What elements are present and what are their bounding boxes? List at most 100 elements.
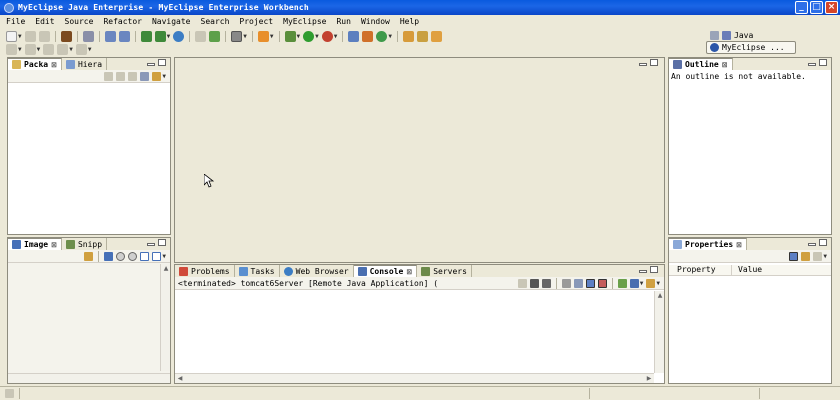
fast-view-area[interactable] (0, 388, 20, 399)
menu-search[interactable]: Search (201, 17, 230, 26)
display-console-dropdown-icon[interactable]: ▼ (640, 280, 644, 287)
maximize-view-icon[interactable] (819, 239, 827, 246)
zoom-out-icon[interactable] (116, 251, 126, 261)
tab-web-browser[interactable]: Web Browser (280, 265, 354, 277)
console-dropdown-icon[interactable]: ▼ (243, 33, 247, 40)
minimize-editor-icon[interactable] (639, 63, 647, 66)
menu-project[interactable]: Project (239, 17, 273, 26)
menu-window[interactable]: Window (361, 17, 390, 26)
close-tab-icon[interactable]: ⊠ (51, 241, 57, 249)
close-tab-icon[interactable]: ⊠ (736, 241, 742, 249)
fit-window-icon[interactable] (152, 251, 162, 261)
close-tab-icon[interactable]: ⊠ (406, 268, 412, 276)
refresh-icon[interactable] (376, 31, 388, 42)
print-icon[interactable] (38, 31, 50, 42)
tab-problems[interactable]: Problems (175, 265, 235, 277)
zoom-in-icon[interactable] (128, 251, 138, 261)
remove-launch-icon[interactable] (529, 278, 539, 288)
minimize-view-icon[interactable] (147, 63, 155, 66)
deploy-icon[interactable] (140, 31, 152, 42)
refresh-dropdown-icon[interactable]: ▼ (388, 33, 392, 40)
scroll-right-icon[interactable]: ▶ (644, 374, 654, 384)
scroll-up-icon[interactable]: ▲ (161, 264, 171, 274)
external-tools-icon[interactable] (321, 31, 333, 42)
server-dropdown-icon[interactable]: ▼ (167, 33, 171, 40)
web-project-icon[interactable] (104, 31, 116, 42)
fast-view-icon[interactable] (5, 389, 14, 398)
tab-servers[interactable]: Servers (417, 265, 472, 277)
display-console-icon[interactable] (629, 278, 639, 288)
open-perspective-icon[interactable] (710, 30, 719, 40)
maximize-view-icon[interactable] (158, 239, 166, 246)
open-folder-icon[interactable] (195, 31, 207, 42)
web-service-icon[interactable] (118, 31, 130, 42)
link-image-icon[interactable] (84, 251, 94, 261)
tab-image[interactable]: Image ⊠ (8, 238, 62, 250)
view-menu-icon[interactable]: ▼ (162, 73, 166, 80)
forward-icon[interactable] (116, 71, 126, 81)
menu-help[interactable]: Help (400, 17, 419, 26)
back-icon[interactable] (104, 71, 114, 81)
open-console-dropdown-icon[interactable]: ▼ (656, 280, 660, 287)
next-annotation-icon[interactable] (6, 44, 17, 55)
menu-edit[interactable]: Edit (35, 17, 54, 26)
back-dropdown-icon[interactable]: ▼ (69, 46, 73, 53)
new-icon[interactable] (6, 31, 17, 42)
pin-console-icon[interactable] (617, 278, 627, 288)
scroll-lock-icon[interactable] (573, 278, 583, 288)
clear-console-icon[interactable] (561, 278, 571, 288)
console-vertical-scrollbar[interactable]: ▲ (654, 291, 664, 373)
minimize-view-icon[interactable] (639, 270, 647, 273)
tab-hierarchy[interactable]: Hiera (62, 58, 108, 70)
maximize-view-icon[interactable] (650, 266, 658, 273)
last-edit-icon[interactable] (43, 44, 55, 55)
new-folder-icon[interactable] (209, 31, 221, 42)
terminate-icon[interactable] (517, 278, 527, 288)
menu-source[interactable]: Source (65, 17, 94, 26)
menu-file[interactable]: File (6, 17, 25, 26)
console-horizontal-scrollbar[interactable]: ◀ ▶ (175, 373, 654, 383)
report-dropdown-icon[interactable]: ▼ (270, 33, 274, 40)
run-icon[interactable] (303, 31, 315, 42)
myeclipse-app-icon[interactable] (4, 2, 14, 13)
bookmark-icon[interactable] (431, 31, 442, 42)
link-editor-icon[interactable] (152, 71, 162, 81)
save-icon[interactable] (24, 31, 36, 42)
ejb-icon[interactable] (82, 31, 94, 42)
debug-dropdown-icon[interactable]: ▼ (297, 33, 301, 40)
prev-annotation-dropdown-icon[interactable]: ▼ (37, 46, 41, 53)
image-horizontal-scrollbar[interactable] (8, 373, 170, 383)
prev-annotation-icon[interactable] (24, 44, 36, 55)
menu-refactor[interactable]: Refactor (103, 17, 142, 26)
open-task-icon[interactable] (362, 31, 374, 42)
report-icon[interactable] (257, 31, 269, 42)
minimize-view-icon[interactable] (147, 243, 155, 246)
actual-size-icon[interactable] (140, 251, 150, 261)
run-dropdown-icon[interactable]: ▼ (315, 33, 319, 40)
tab-snippets[interactable]: Snipp (62, 238, 108, 250)
minimize-button[interactable]: _ (795, 1, 808, 14)
scroll-up-icon[interactable]: ▲ (655, 291, 665, 301)
perspective-java[interactable]: Java (706, 29, 796, 41)
show-categories-icon[interactable] (789, 251, 799, 261)
search-icon[interactable] (403, 31, 414, 42)
debug-icon[interactable] (284, 31, 296, 42)
back-icon[interactable] (57, 44, 69, 55)
perspective-myeclipse[interactable]: MyEclipse ... (706, 41, 796, 54)
forward-icon[interactable] (75, 44, 87, 55)
minimize-view-icon[interactable] (808, 63, 816, 66)
image-vertical-scrollbar[interactable]: ▲ (160, 264, 170, 371)
column-value[interactable]: Value (732, 265, 831, 275)
close-button[interactable]: × (825, 1, 838, 14)
show-on-stderr-icon[interactable] (597, 278, 607, 288)
up-icon[interactable] (128, 71, 138, 81)
close-tab-icon[interactable]: ⊠ (51, 61, 57, 69)
restore-default-icon[interactable] (813, 251, 823, 261)
remove-all-icon[interactable] (541, 278, 551, 288)
view-menu-icon[interactable]: ▼ (823, 253, 827, 260)
close-tab-icon[interactable]: ⊠ (722, 61, 728, 69)
tab-console[interactable]: Console ⊠ (353, 265, 418, 277)
next-annotation-dropdown-icon[interactable]: ▼ (18, 46, 22, 53)
show-advanced-icon[interactable] (801, 251, 811, 261)
menu-run[interactable]: Run (336, 17, 350, 26)
